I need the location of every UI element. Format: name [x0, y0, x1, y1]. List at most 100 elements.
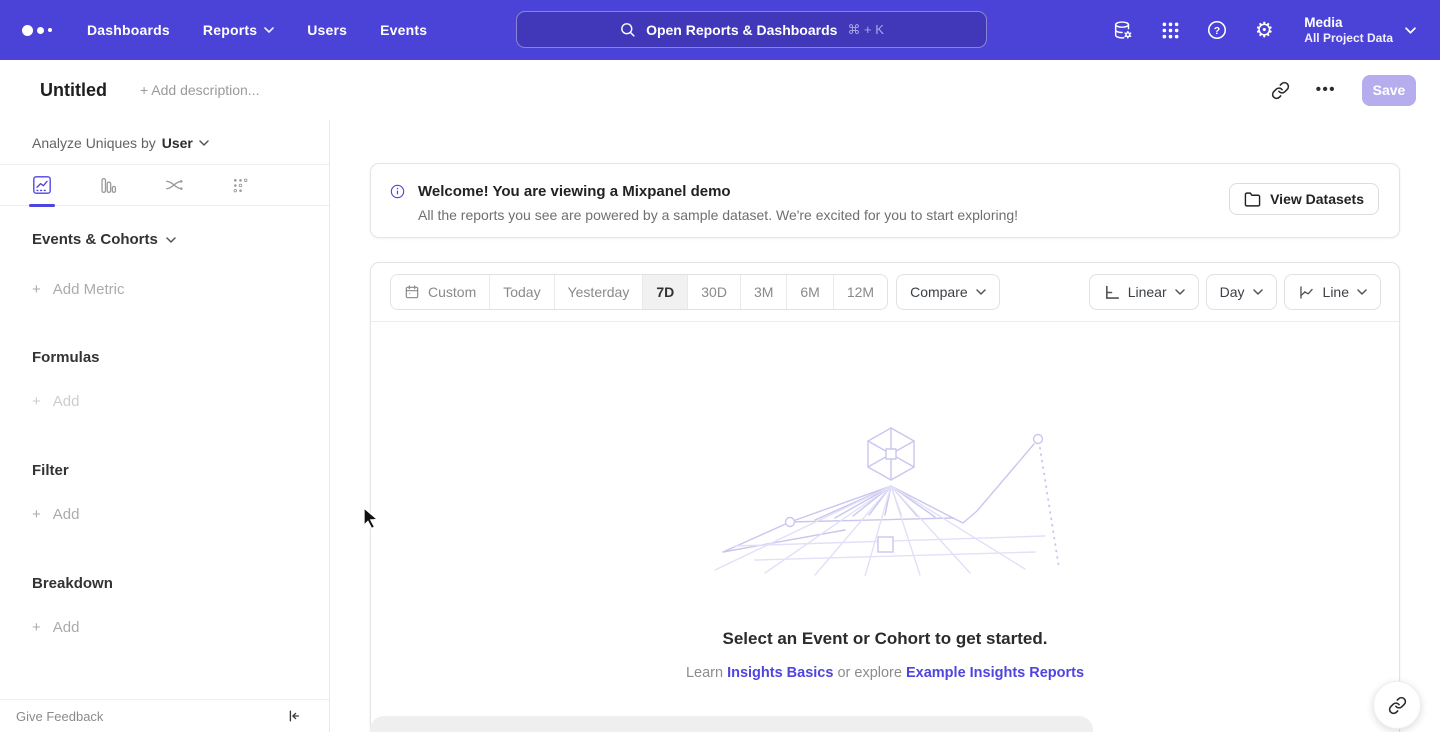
interval-dropdown[interactable]: Day — [1206, 274, 1277, 310]
folder-icon — [1244, 191, 1261, 208]
empty-state-illustration — [695, 424, 1075, 576]
chevron-down-icon — [1253, 289, 1263, 295]
apps-grid-icon[interactable] — [1159, 19, 1181, 41]
banner-title: Welcome! You are viewing a Mixpanel demo — [418, 183, 1018, 201]
query-builder-sidebar: Analyze Uniques by User Events & C — [0, 120, 330, 732]
range-30d[interactable]: 30D — [687, 275, 740, 309]
formulas-title: Formulas — [32, 349, 329, 366]
tab-flows-icon[interactable] — [164, 175, 184, 195]
empty-state-links: Learn Insights Basics or explore Example… — [371, 665, 1399, 681]
main-content: Welcome! You are viewing a Mixpanel demo… — [330, 120, 1440, 732]
project-selector[interactable]: Media All Project Data — [1304, 14, 1416, 46]
range-7d[interactable]: 7D — [642, 275, 687, 309]
section-breakdown: Breakdown + Add — [0, 575, 329, 636]
chevron-down-icon — [264, 27, 274, 33]
nav-reports-label: Reports — [203, 22, 257, 38]
middle-text: or explore — [833, 665, 906, 681]
scale-dropdown[interactable]: Linear — [1089, 274, 1199, 310]
tab-insights-line-chart-icon[interactable] — [32, 175, 52, 195]
range-custom[interactable]: Custom — [391, 275, 489, 309]
section-events-cohorts: Events & Cohorts + Add Metric — [0, 231, 329, 298]
tab-bar-chart-icon[interactable] — [98, 175, 118, 195]
plus-icon: + — [32, 506, 41, 523]
chart-type-label: Line — [1323, 284, 1349, 300]
nav-events[interactable]: Events — [380, 22, 427, 38]
copy-link-icon[interactable] — [1271, 81, 1290, 100]
top-nav: Dashboards Reports Users Events Open Rep… — [0, 0, 1440, 60]
range-3m[interactable]: 3M — [740, 275, 786, 309]
report-actions: ••• Save — [1271, 75, 1416, 106]
global-search[interactable]: Open Reports & Dashboards ⌘ + K — [516, 11, 987, 48]
share-link-fab[interactable] — [1373, 681, 1421, 729]
range-yesterday-label: Yesterday — [568, 284, 630, 300]
settings-gear-icon[interactable]: ⚙ — [1253, 19, 1275, 41]
plus-icon: + — [32, 393, 41, 410]
banner-subtitle: All the reports you see are powered by a… — [418, 207, 1018, 223]
date-range-control: Custom Today Yesterday 7D 30D 3M 6M 12M — [390, 274, 888, 310]
example-insights-reports-link[interactable]: Example Insights Reports — [906, 665, 1084, 681]
chart-type-dropdown[interactable]: Line — [1284, 274, 1381, 310]
report-header: Untitled + Add description... ••• Save — [0, 60, 1440, 120]
collapse-sidebar-icon[interactable] — [286, 708, 302, 724]
help-icon[interactable]: ? — [1206, 19, 1228, 41]
save-button[interactable]: Save — [1362, 75, 1416, 106]
logo-dot-medium — [37, 27, 44, 34]
range-6m[interactable]: 6M — [786, 275, 832, 309]
range-7d-label: 7D — [656, 284, 674, 300]
selected-tab-indicator — [29, 204, 55, 208]
logo-dot-large — [22, 25, 33, 36]
add-formula-button[interactable]: + Add — [32, 393, 329, 410]
sidebar-footer: Give Feedback — [0, 699, 329, 732]
search-label: Open Reports & Dashboards — [646, 22, 837, 38]
range-3m-label: 3M — [754, 284, 773, 300]
section-formulas: Formulas + Add — [0, 349, 329, 410]
events-cohorts-label: Events & Cohorts — [32, 231, 158, 248]
nav-right-cluster: ? ⚙ Media All Project Data — [1112, 0, 1416, 60]
add-metric-button[interactable]: + Add Metric — [32, 281, 329, 298]
next-card-peek — [370, 716, 1093, 732]
view-datasets-button[interactable]: View Datasets — [1229, 183, 1379, 215]
logo-dot-small — [48, 28, 52, 32]
add-metric-label: Add Metric — [53, 281, 125, 298]
analyze-value-dropdown[interactable]: User — [162, 135, 209, 151]
give-feedback-link[interactable]: Give Feedback — [16, 709, 103, 724]
info-icon — [390, 184, 405, 199]
range-12m[interactable]: 12M — [833, 275, 887, 309]
plus-icon: + — [32, 281, 41, 298]
nav-dashboards[interactable]: Dashboards — [87, 22, 170, 38]
compare-dropdown[interactable]: Compare — [896, 274, 1000, 310]
range-today-label: Today — [503, 284, 540, 300]
more-options-icon[interactable]: ••• — [1316, 85, 1336, 95]
filter-title: Filter — [32, 462, 329, 479]
project-scope: All Project Data — [1304, 31, 1393, 46]
view-datasets-label: View Datasets — [1270, 191, 1364, 207]
scale-label: Linear — [1128, 284, 1167, 300]
range-custom-label: Custom — [428, 284, 476, 300]
analyze-label: Analyze Uniques by — [32, 135, 156, 151]
report-description-placeholder[interactable]: + Add description... — [140, 82, 259, 98]
nav-users-label: Users — [307, 22, 347, 38]
mixpanel-logo[interactable] — [22, 25, 52, 36]
events-cohorts-title[interactable]: Events & Cohorts — [32, 231, 329, 248]
insights-basics-link[interactable]: Insights Basics — [727, 665, 833, 681]
add-filter-button[interactable]: + Add — [32, 506, 329, 523]
primary-nav: Dashboards Reports Users Events — [87, 22, 427, 38]
welcome-banner: Welcome! You are viewing a Mixpanel demo… — [370, 163, 1400, 238]
plus-icon: + — [32, 619, 41, 636]
nav-reports[interactable]: Reports — [203, 22, 274, 38]
mixpanel-app: Dashboards Reports Users Events Open Rep… — [0, 0, 1440, 732]
section-filter: Filter + Add — [0, 462, 329, 523]
chart-display-controls: Linear Day Line — [1089, 274, 1381, 310]
tab-retention-grid-icon[interactable] — [230, 175, 250, 195]
nav-users[interactable]: Users — [307, 22, 347, 38]
range-today[interactable]: Today — [489, 275, 553, 309]
chevron-down-icon — [976, 289, 986, 295]
range-12m-label: 12M — [847, 284, 874, 300]
line-chart-icon — [1298, 284, 1315, 301]
report-title[interactable]: Untitled — [40, 80, 107, 101]
data-management-icon[interactable] — [1112, 19, 1134, 41]
range-yesterday[interactable]: Yesterday — [554, 275, 643, 309]
range-6m-label: 6M — [800, 284, 819, 300]
add-breakdown-button[interactable]: + Add — [32, 619, 329, 636]
analyze-row: Analyze Uniques by User — [0, 120, 329, 151]
